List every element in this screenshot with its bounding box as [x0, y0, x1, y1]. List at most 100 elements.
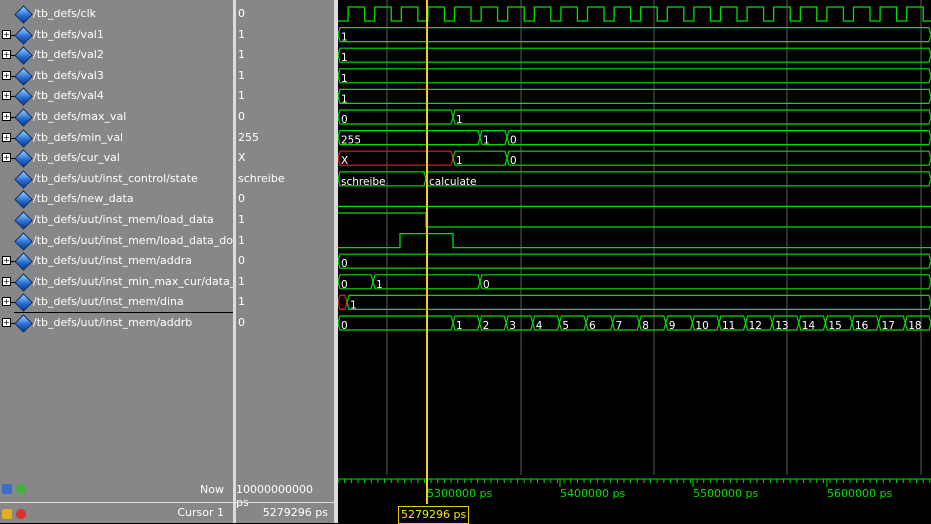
value-row[interactable]: 1 [236, 45, 334, 65]
val2-label: 1 [341, 52, 348, 64]
addrb-label: 6 [589, 320, 596, 332]
val3-label: 1 [341, 73, 348, 85]
value-row[interactable]: X [236, 148, 334, 168]
state-segment [425, 171, 931, 187]
value-row[interactable]: 0 [236, 189, 334, 209]
signal-row[interactable]: +/tb_defs/max_val [0, 107, 233, 127]
signal-row[interactable]: +/tb_defs/cur_val [0, 148, 233, 168]
signal-diamond-icon [14, 190, 33, 210]
signal-diamond-icon [14, 5, 33, 24]
signal-value: 1 [238, 274, 245, 288]
dina-label: 1 [350, 299, 357, 311]
addrb-label: 2 [483, 320, 490, 332]
value-row[interactable]: 0 [236, 313, 334, 333]
signal-name: /tb_defs/uut/inst_mem/load_data [33, 213, 214, 226]
cursor-time-box[interactable]: 5279296 ps [398, 506, 470, 524]
value-row[interactable]: 1 [236, 210, 334, 230]
min_val-label: 0 [510, 135, 517, 147]
footer-name-pane: Now Cursor 1 [0, 475, 233, 523]
signal-name: /tb_defs/val4 [33, 89, 104, 103]
cur_val-label: X [341, 155, 348, 167]
state-label: calculate [429, 176, 476, 188]
addrb-label: 12 [749, 320, 762, 332]
max_val-segment [338, 109, 454, 125]
data_in-label: 0 [341, 279, 348, 291]
value-row[interactable]: 0 [236, 107, 334, 127]
signal-value-pane[interactable]: 0 1 1 1 1 0 255 Xschreibe 0 1 1 0 1 1 0 [236, 0, 334, 475]
signal-value: 1 [238, 89, 245, 103]
value-row[interactable]: 1 [236, 272, 334, 292]
signal-value: 0 [238, 192, 245, 206]
val1-label: 1 [341, 32, 348, 44]
lock-cursor-icon[interactable] [2, 509, 12, 519]
cur_val-segment [506, 150, 931, 166]
signal-value: 1 [238, 233, 245, 247]
signal-value: 0 [238, 110, 245, 123]
value-row[interactable]: 1 [236, 86, 334, 106]
delete-cursor-icon[interactable] [16, 509, 26, 519]
signal-diamond-icon [14, 231, 33, 251]
cur_val-label: 0 [510, 155, 517, 167]
signal-name: /tb_defs/cur_val [33, 151, 120, 165]
signal-diamond-icon [14, 87, 33, 107]
tick-label-1: 5300000 ps [427, 487, 493, 500]
value-row[interactable]: 1 [236, 292, 334, 312]
value-row[interactable]: 1 [236, 66, 334, 86]
dina-segment [338, 294, 348, 310]
tick-label-2: 5400000 ps [560, 487, 626, 500]
signal-diamond-icon [14, 46, 33, 65]
tick-label-4: 5600000 ps [827, 487, 893, 500]
min_val-segment [506, 130, 931, 146]
signal-row[interactable]: /tb_defs/new_data [0, 189, 233, 210]
signal-row[interactable]: +/tb_defs/uut/inst_min_max_cur/data_in [0, 272, 245, 292]
signal-value: 0 [238, 7, 245, 20]
add-cursor-icon[interactable] [16, 484, 26, 494]
signal-value: 255 [238, 130, 259, 144]
signal-name: /tb_defs/uut/inst_mem/dina [33, 295, 184, 309]
signal-row[interactable]: /tb_defs/clk [0, 4, 233, 24]
max_val-label: 0 [341, 114, 348, 126]
signal-value: 0 [238, 316, 245, 329]
signal-row[interactable]: +/tb_defs/val2 [0, 45, 233, 65]
addrb-label: 0 [341, 320, 348, 332]
value-row[interactable]: 1 [236, 25, 334, 45]
signal-diamond-icon [14, 293, 33, 313]
signal-row[interactable]: +/tb_defs/val1 [0, 25, 233, 45]
value-row[interactable]: 1 [236, 231, 334, 251]
signal-value: X [238, 151, 246, 165]
addrb-label: 7 [616, 320, 623, 332]
value-row[interactable]: 255 [236, 128, 334, 148]
signal-row[interactable]: /tb_defs/uut/inst_mem/load_data [0, 210, 233, 230]
data_in-label: 1 [376, 279, 383, 291]
addrb-label: 3 [509, 320, 516, 332]
max_val-segment [452, 109, 931, 125]
signal-diamond-icon [14, 314, 33, 333]
value-row[interactable]: 0 [236, 251, 334, 271]
signal-value: schreibe [238, 171, 285, 185]
signal-name: /tb_defs/max_val [33, 110, 127, 123]
dina-segment [346, 294, 931, 310]
addrb-segment [338, 315, 454, 331]
signal-row[interactable]: +/tb_defs/uut/inst_mem/addrb [0, 313, 233, 333]
addrb-label: 8 [642, 320, 649, 332]
signal-name-pane[interactable]: /tb_defs/clk +/tb_defs/val1 +/tb_defs/val2… [0, 0, 330, 475]
signal-row[interactable]: +/tb_defs/val4 [0, 86, 233, 107]
value-row[interactable]: 0 [236, 4, 334, 24]
signal-row[interactable]: +/tb_defs/val3 [0, 66, 233, 86]
signal-name: /tb_defs/val3 [33, 68, 104, 82]
signal-row[interactable]: +/tb_defs/min_val [0, 128, 233, 148]
signal-row[interactable]: +/tb_defs/uut/inst_mem/dina [0, 292, 233, 313]
signal-row[interactable]: /tb_defs/uut/inst_control/state [0, 169, 233, 189]
value-row[interactable]: schreibe [236, 169, 334, 189]
signal-row[interactable]: /tb_defs/uut/inst_mem/load_data_done [0, 231, 247, 251]
addrb-label: 5 [562, 320, 569, 332]
signal-name: /tb_defs/clk [33, 7, 97, 20]
cursor-line[interactable] [426, 0, 428, 504]
signal-row[interactable]: +/tb_defs/uut/inst_mem/addra [0, 251, 233, 271]
add-wave-icon[interactable] [2, 484, 12, 494]
addrb-label: 11 [722, 320, 735, 332]
cursor-label[interactable]: Cursor 1 [177, 506, 224, 519]
min_val-label: 1 [483, 135, 490, 147]
data_in-label: 0 [483, 279, 490, 291]
signal-value: 1 [238, 68, 245, 82]
